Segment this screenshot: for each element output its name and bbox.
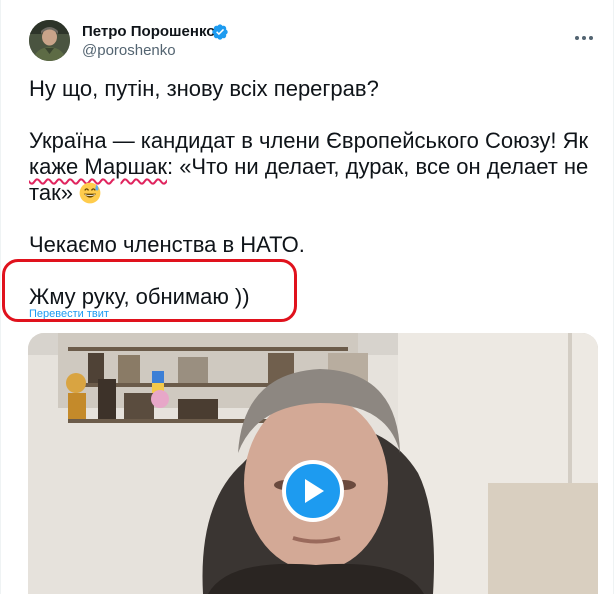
tweet-text: Ну що, путін, знову всіх переграв? Украї… <box>29 76 589 310</box>
tweet-line-4: Жму руку, обнимаю )) <box>29 284 250 309</box>
tweet-line-1: Ну що, путін, знову всіх переграв? <box>29 76 379 101</box>
tweet-line-2-start: Україна — кандидат в члени Європейського… <box>29 128 595 153</box>
grinning-sweat-emoji-icon <box>79 182 101 204</box>
verified-badge-icon <box>212 24 228 40</box>
more-options-button[interactable] <box>572 26 596 50</box>
author-avatar[interactable] <box>29 20 70 61</box>
play-video-button[interactable] <box>282 460 344 522</box>
author-name[interactable]: Петро Порошенко <box>82 22 215 42</box>
author-handle[interactable]: @poroshenko <box>82 41 176 61</box>
more-dot-icon <box>589 36 593 40</box>
tweet-line-2: Україна — кандидат в члени Європейського… <box>29 128 589 206</box>
translate-tweet-link[interactable]: Перевести твит <box>29 307 109 321</box>
spellcheck-underlined-text: каже Маршак <box>29 154 167 179</box>
play-icon <box>305 479 324 503</box>
more-dot-icon <box>575 36 579 40</box>
tweet-line-3: Чекаємо членства в НАТО. <box>29 232 305 257</box>
avatar-image <box>29 20 70 61</box>
more-dot-icon <box>582 36 586 40</box>
